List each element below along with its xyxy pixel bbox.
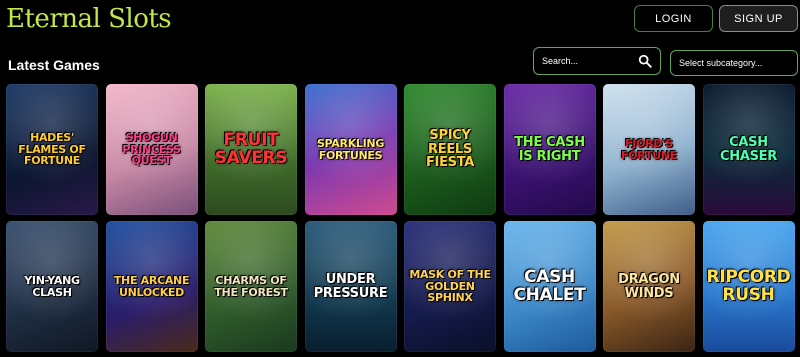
games-grid: HADES' FLAMES OF FORTUNE SHOGUN PRINCESS … [6, 84, 795, 352]
game-card[interactable]: CASH CHASER [702, 84, 795, 215]
game-title: FRUIT SAVERS [214, 129, 288, 168]
game-title: SHOGUN PRINCESS QUEST [122, 131, 181, 168]
game-title: RIPCORD RUSH [706, 266, 791, 305]
game-title: CHARMS OF THE FOREST [214, 273, 288, 299]
game-title: THE ARCANE UNLOCKED [113, 273, 190, 299]
game-title: HADES' FLAMES OF FORTUNE [18, 131, 86, 168]
game-title: UNDER PRESSURE [313, 271, 388, 301]
game-card[interactable]: SPARKLING FORTUNES [304, 84, 397, 215]
search-box[interactable] [533, 47, 661, 75]
game-card[interactable]: MASK OF THE GOLDEN SPHINX [404, 221, 496, 352]
game-title: MASK OF THE GOLDEN SPHINX [409, 268, 491, 305]
game-card[interactable]: SHOGUN PRINCESS QUEST [105, 84, 198, 215]
game-card[interactable]: FJORD'S FORTUNE [603, 84, 695, 215]
search-input[interactable] [542, 56, 638, 66]
game-card[interactable]: CASH CHALET [503, 221, 596, 352]
game-card[interactable]: RIPCORD RUSH [702, 221, 795, 352]
game-title: SPARKLING FORTUNES [316, 136, 385, 162]
game-card[interactable]: THE ARCANE UNLOCKED [105, 221, 198, 352]
game-title: SPICY REELS FIESTA [425, 128, 475, 171]
game-title: CASH CHASER [720, 134, 777, 164]
subcategory-select[interactable]: Select subcategory... [670, 50, 798, 76]
game-card[interactable]: HADES' FLAMES OF FORTUNE [6, 84, 98, 215]
game-card[interactable]: UNDER PRESSURE [304, 221, 397, 352]
game-card[interactable]: DRAGON WINDS [603, 221, 695, 352]
site-logo[interactable]: Eternal Slots [6, 4, 172, 34]
game-card[interactable]: FRUIT SAVERS [205, 84, 297, 215]
search-icon[interactable] [638, 54, 652, 68]
game-title: CASH CHALET [513, 266, 586, 305]
game-title: DRAGON WINDS [618, 271, 680, 301]
game-title: THE CASH IS RIGHT [514, 134, 585, 164]
game-card[interactable]: THE CASH IS RIGHT [503, 84, 596, 215]
login-button[interactable]: LOGIN [634, 5, 713, 32]
section-title: Latest Games [8, 57, 100, 73]
game-title: YIN-YANG CLASH [24, 273, 80, 299]
signup-button[interactable]: SIGN UP [719, 5, 798, 32]
game-title: FJORD'S FORTUNE [621, 136, 677, 162]
game-card[interactable]: YIN-YANG CLASH [6, 221, 98, 352]
subcategory-select-label: Select subcategory... [679, 58, 763, 68]
game-card[interactable]: SPICY REELS FIESTA [404, 84, 496, 215]
game-card[interactable]: CHARMS OF THE FOREST [205, 221, 297, 352]
